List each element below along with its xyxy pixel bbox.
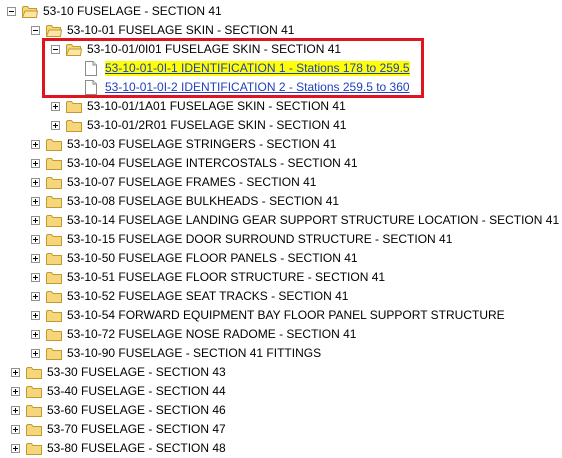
tree-node-label: 53-10-01/1A01 FUSELAGE SKIN - SECTION 41 bbox=[87, 99, 346, 113]
folder-icon bbox=[66, 101, 82, 113]
tree-node-label: 53-10-08 FUSELAGE BULKHEADS - SECTION 41 bbox=[67, 194, 340, 208]
expand-icon[interactable] bbox=[31, 216, 40, 225]
tree-node-53-10-14[interactable]: 53-10-14 FUSELAGE LANDING GEAR SUPPORT S… bbox=[31, 211, 559, 230]
tree-node-53-10[interactable]: 53-10 FUSELAGE - SECTION 41 bbox=[7, 2, 222, 21]
expand-icon[interactable] bbox=[31, 178, 40, 187]
tree-node-label: 53-30 FUSELAGE - SECTION 43 bbox=[47, 365, 226, 379]
expand-icon[interactable] bbox=[31, 254, 40, 263]
folder-open-icon bbox=[46, 25, 62, 37]
folder-icon bbox=[46, 272, 62, 284]
expand-icon[interactable] bbox=[31, 273, 40, 282]
expand-icon[interactable] bbox=[31, 292, 40, 301]
tree-node-53-60[interactable]: 53-60 FUSELAGE - SECTION 46 bbox=[11, 401, 226, 420]
folder-icon bbox=[46, 291, 62, 303]
tree-node-label: 53-10-15 FUSELAGE DOOR SURROUND STRUCTUR… bbox=[67, 232, 453, 246]
tree-node-53-10-07[interactable]: 53-10-07 FUSELAGE FRAMES - SECTION 41 bbox=[31, 173, 316, 192]
tree-node-53-10-01-2R01[interactable]: 53-10-01/2R01 FUSELAGE SKIN - SECTION 41 bbox=[51, 116, 346, 135]
tree-node-53-10-15[interactable]: 53-10-15 FUSELAGE DOOR SURROUND STRUCTUR… bbox=[31, 230, 452, 249]
tree-node-label: 53-10-14 FUSELAGE LANDING GEAR SUPPORT S… bbox=[67, 213, 560, 227]
expand-icon[interactable] bbox=[31, 311, 40, 320]
folder-icon bbox=[26, 367, 42, 379]
expand-icon[interactable] bbox=[11, 387, 20, 396]
tree-node-label: 53-80 FUSELAGE - SECTION 48 bbox=[47, 441, 226, 455]
tree-node-53-10-90[interactable]: 53-10-90 FUSELAGE - SECTION 41 FITTINGS bbox=[31, 344, 321, 363]
tree-node-53-70[interactable]: 53-70 FUSELAGE - SECTION 47 bbox=[11, 420, 226, 439]
folder-icon bbox=[46, 177, 62, 189]
folder-icon bbox=[46, 139, 62, 151]
tree-node-53-10-72[interactable]: 53-10-72 FUSELAGE NOSE RADOME - SECTION … bbox=[31, 325, 356, 344]
expand-icon[interactable] bbox=[11, 444, 20, 453]
tree-node-53-10-03[interactable]: 53-10-03 FUSELAGE STRINGERS - SECTION 41 bbox=[31, 135, 336, 154]
expand-icon[interactable] bbox=[31, 349, 40, 358]
expand-icon[interactable] bbox=[11, 406, 20, 415]
tree-node-label: 53-10-07 FUSELAGE FRAMES - SECTION 41 bbox=[67, 175, 317, 189]
folder-icon bbox=[46, 215, 62, 227]
tree-node-label: 53-70 FUSELAGE - SECTION 47 bbox=[47, 422, 226, 436]
expand-icon[interactable] bbox=[31, 159, 40, 168]
tree-node-53-40[interactable]: 53-40 FUSELAGE - SECTION 44 bbox=[11, 382, 226, 401]
tree-node-label: 53-10-72 FUSELAGE NOSE RADOME - SECTION … bbox=[67, 327, 357, 341]
expand-icon[interactable] bbox=[31, 235, 40, 244]
tree-node-label: 53-10-90 FUSELAGE - SECTION 41 FITTINGS bbox=[67, 346, 322, 360]
folder-icon bbox=[46, 253, 62, 265]
tree-node-label: 53-10-50 FUSELAGE FLOOR PANELS - SECTION… bbox=[67, 251, 358, 265]
tree-node-label: 53-10-54 FORWARD EQUIPMENT BAY FLOOR PAN… bbox=[67, 308, 505, 322]
tree-node-53-10-50[interactable]: 53-10-50 FUSELAGE FLOOR PANELS - SECTION… bbox=[31, 249, 358, 268]
tree-node-53-10-04[interactable]: 53-10-04 FUSELAGE INTERCOSTALS - SECTION… bbox=[31, 154, 358, 173]
tree-node-label: 53-60 FUSELAGE - SECTION 46 bbox=[47, 403, 226, 417]
maintenance-tree: 53-10 FUSELAGE - SECTION 41 53-10-01 FUS… bbox=[0, 0, 562, 457]
folder-icon bbox=[26, 386, 42, 398]
tree-node-label: 53-10-01 FUSELAGE SKIN - SECTION 41 bbox=[67, 23, 295, 37]
folder-icon bbox=[66, 120, 82, 132]
folder-icon bbox=[46, 329, 62, 341]
tree-node-label: 53-10-04 FUSELAGE INTERCOSTALS - SECTION… bbox=[67, 156, 358, 170]
expand-icon[interactable] bbox=[11, 368, 20, 377]
collapse-icon[interactable] bbox=[7, 7, 16, 16]
tree-node-53-30[interactable]: 53-30 FUSELAGE - SECTION 43 bbox=[11, 363, 226, 382]
expand-icon[interactable] bbox=[51, 121, 60, 130]
expand-icon[interactable] bbox=[31, 197, 40, 206]
tree-node-label: 53-10 FUSELAGE - SECTION 41 bbox=[43, 4, 222, 18]
folder-icon bbox=[46, 158, 62, 170]
tree-node-53-10-51[interactable]: 53-10-51 FUSELAGE FLOOR STRUCTURE - SECT… bbox=[31, 268, 385, 287]
expand-icon[interactable] bbox=[31, 330, 40, 339]
tree-node-label: 53-10-03 FUSELAGE STRINGERS - SECTION 41 bbox=[67, 137, 337, 151]
folder-icon bbox=[46, 310, 62, 322]
folder-icon bbox=[46, 196, 62, 208]
tree-node-label: 53-10-52 FUSELAGE SEAT TRACKS - SECTION … bbox=[67, 289, 349, 303]
tree-node-label: 53-40 FUSELAGE - SECTION 44 bbox=[47, 384, 226, 398]
tree-node-53-10-01-1A01[interactable]: 53-10-01/1A01 FUSELAGE SKIN - SECTION 41 bbox=[51, 97, 346, 116]
expand-icon[interactable] bbox=[51, 102, 60, 111]
folder-icon bbox=[26, 424, 42, 436]
folder-icon bbox=[26, 405, 42, 417]
collapse-icon[interactable] bbox=[31, 26, 40, 35]
folder-icon bbox=[46, 234, 62, 246]
tree-node-label: 53-10-51 FUSELAGE FLOOR STRUCTURE - SECT… bbox=[67, 270, 386, 284]
folder-icon bbox=[46, 348, 62, 360]
tree-node-53-10-52[interactable]: 53-10-52 FUSELAGE SEAT TRACKS - SECTION … bbox=[31, 287, 348, 306]
folder-icon bbox=[26, 443, 42, 455]
tree-node-53-10-54[interactable]: 53-10-54 FORWARD EQUIPMENT BAY FLOOR PAN… bbox=[31, 306, 505, 325]
tree-node-53-10-08[interactable]: 53-10-08 FUSELAGE BULKHEADS - SECTION 41 bbox=[31, 192, 339, 211]
annotation-highlight-box bbox=[42, 38, 424, 98]
expand-icon[interactable] bbox=[31, 140, 40, 149]
folder-open-icon bbox=[22, 6, 38, 18]
expand-icon[interactable] bbox=[11, 425, 20, 434]
tree-node-label: 53-10-01/2R01 FUSELAGE SKIN - SECTION 41 bbox=[87, 118, 347, 132]
tree-node-53-80[interactable]: 53-80 FUSELAGE - SECTION 48 bbox=[11, 439, 226, 458]
